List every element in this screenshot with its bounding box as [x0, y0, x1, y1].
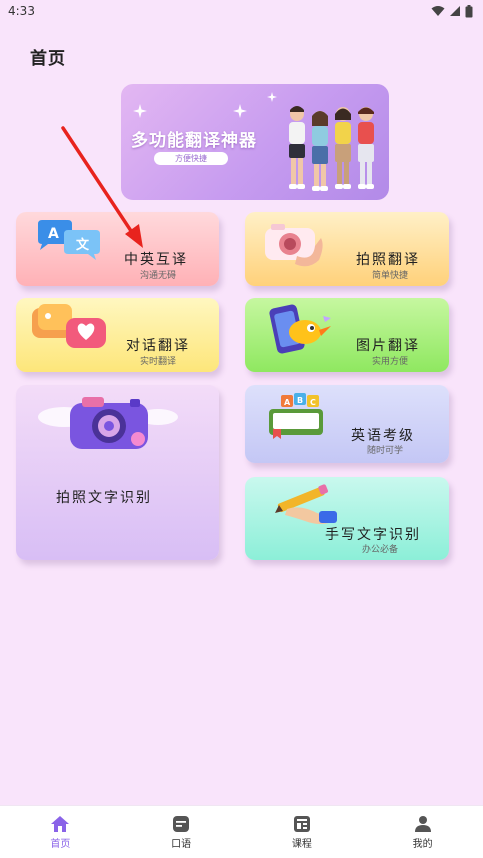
promo-banner[interactable]: 多功能翻译神器 方便快捷 [121, 84, 389, 200]
card-image-title: 图片翻译 [356, 338, 420, 354]
card-dialog-subtitle: 实时翻译 [140, 357, 177, 367]
nav-label-home: 首页 [50, 838, 71, 850]
card-photo-translate[interactable]: 拍照翻译 简单快捷 [245, 212, 449, 286]
card-photo-ocr[interactable]: 拍照文字识别 [16, 385, 219, 560]
sparkle-icon [267, 92, 277, 102]
bottom-nav: 首页 口语 课程 我的 [0, 805, 483, 858]
card-image-subtitle: 实用方便 [372, 357, 409, 367]
nav-label-course: 课程 [291, 838, 312, 850]
course-icon [293, 815, 310, 832]
card-cn-en-title: 中英互译 [124, 252, 188, 268]
card-cn-en-subtitle: 沟通无碍 [140, 271, 177, 281]
card-exam-title: 英语考级 [351, 428, 415, 444]
status-icons [431, 4, 473, 18]
svg-text:B: B [297, 396, 303, 405]
camera-icon [265, 224, 323, 267]
card-handwriting-title: 手写文字识别 [325, 527, 421, 543]
banner-subtitle: 方便快捷 [154, 152, 228, 165]
card-ocr-title: 拍照文字识别 [56, 490, 152, 506]
pencil-hand-icon [275, 484, 337, 524]
nav-label-speech: 口语 [171, 838, 192, 850]
card-handwriting-subtitle: 办公必备 [362, 545, 399, 555]
card-photo-title: 拍照翻译 [356, 252, 420, 268]
nav-item-home[interactable]: 首页 [0, 806, 121, 858]
nav-item-speech[interactable]: 口语 [121, 806, 242, 858]
phone-bird-icon [269, 304, 331, 354]
camera-icon [38, 397, 178, 449]
battery-icon [465, 4, 473, 17]
chat-bubble-icon [32, 304, 106, 348]
signal-icon [450, 6, 460, 16]
nav-label-profile: 我的 [412, 838, 433, 850]
arrow-annotation-icon [61, 126, 143, 248]
status-time: 4:33 [8, 4, 35, 18]
sparkle-icon [133, 104, 147, 118]
nav-item-profile[interactable]: 我的 [362, 806, 483, 858]
page-title: 首页 [30, 49, 66, 69]
status-bar: 4:33 [0, 0, 483, 22]
card-dialog-translate[interactable]: 对话翻译 实时翻译 [16, 298, 219, 372]
card-photo-subtitle: 简单快捷 [372, 271, 409, 281]
nav-item-course[interactable]: 课程 [242, 806, 363, 858]
wifi-icon [431, 6, 445, 16]
people-illustration [289, 106, 374, 191]
card-image-translate[interactable]: 图片翻译 实用方便 [245, 298, 449, 372]
book-abc-icon: A B C [269, 393, 323, 439]
home-icon [51, 815, 70, 832]
svg-text:C: C [310, 398, 316, 407]
user-icon [414, 815, 431, 832]
card-handwriting-ocr[interactable]: 手写文字识别 办公必备 [245, 477, 449, 560]
card-exam-subtitle: 随时可学 [367, 446, 404, 456]
svg-text:A: A [284, 398, 291, 407]
speech-icon [173, 815, 190, 832]
sparkle-icon [233, 104, 247, 118]
card-dialog-title: 对话翻译 [126, 338, 190, 354]
card-english-exam[interactable]: A B C 英语考级 随时可学 [245, 385, 449, 463]
